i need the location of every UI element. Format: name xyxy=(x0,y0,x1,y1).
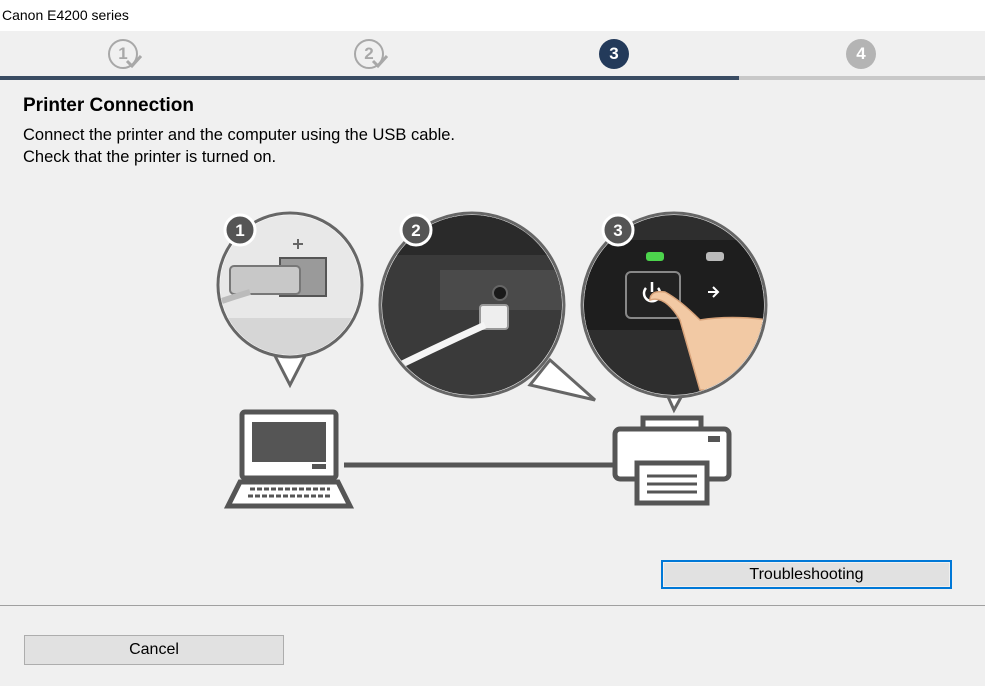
footer-divider xyxy=(0,605,985,606)
progress-fill xyxy=(0,76,739,80)
callout-1-number: 1 xyxy=(235,221,244,240)
callout-2-number: 2 xyxy=(411,221,420,240)
laptop-icon xyxy=(223,409,355,509)
step-4-label: 4 xyxy=(846,39,876,69)
troubleshooting-button[interactable]: Troubleshooting xyxy=(661,560,952,589)
progress-bar xyxy=(0,76,985,80)
callout-usb-port: 1 xyxy=(216,211,364,389)
step-1-done: 1 xyxy=(108,39,143,71)
step-4-pending: 4 xyxy=(846,39,878,71)
checkmark-icon xyxy=(125,54,143,69)
window-title: Canon E4200 series xyxy=(2,7,129,23)
step-3-label: 3 xyxy=(599,39,629,69)
callout-power-button: 3 xyxy=(580,211,768,414)
connection-illustration: 1 2 3 xyxy=(216,211,768,509)
title-bar: Canon E4200 series xyxy=(0,0,985,31)
instruction-line-2: Check that the printer is turned on. xyxy=(23,148,277,166)
callout-printer-usb: 2 xyxy=(378,211,596,402)
checkmark-icon xyxy=(371,54,389,69)
printer-icon xyxy=(612,415,732,506)
page-title: Printer Connection xyxy=(23,95,195,116)
callout-3-number: 3 xyxy=(613,221,622,240)
cancel-button[interactable]: Cancel xyxy=(24,635,284,665)
step-3-current: 3 xyxy=(599,39,631,71)
instruction-line-1: Connect the printer and the computer usi… xyxy=(23,126,456,144)
step-indicator: 1 2 3 4 xyxy=(0,31,985,81)
step-2-done: 2 xyxy=(354,39,389,71)
